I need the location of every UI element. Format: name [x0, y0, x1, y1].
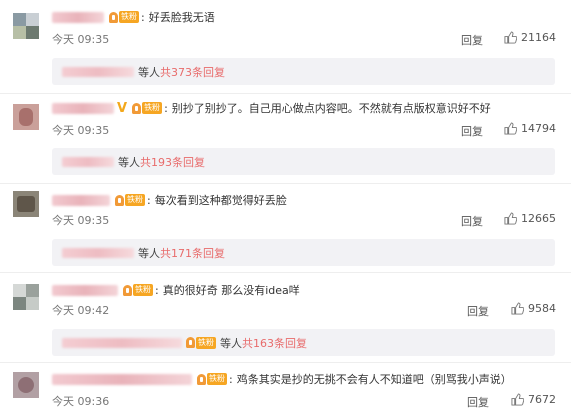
- reply-count-link[interactable]: 共163条回复: [242, 335, 307, 351]
- username[interactable]: [52, 284, 118, 296]
- thumbs-up-icon: [504, 122, 517, 135]
- reply-count-link[interactable]: 共373条回复: [160, 64, 225, 80]
- comment-time: 今天 09:35: [52, 124, 110, 137]
- replier-username: [62, 156, 114, 167]
- reply-summary[interactable]: 等人 共373条回复: [52, 58, 555, 85]
- avatar[interactable]: [13, 284, 39, 310]
- avatar[interactable]: [13, 13, 39, 39]
- crown-icon: [197, 373, 206, 385]
- reply-button[interactable]: 回复: [461, 123, 483, 139]
- crown-icon: [115, 194, 124, 206]
- comment-time: 今天 09:42: [52, 304, 110, 317]
- reply-summary[interactable]: 等人 共171条回复: [52, 239, 555, 266]
- username[interactable]: [52, 102, 114, 114]
- crown-icon: [186, 337, 195, 348]
- like-button[interactable]: 21164: [504, 31, 556, 44]
- replier-username: [62, 66, 134, 77]
- username[interactable]: [52, 11, 104, 23]
- thumbs-up-icon: [511, 302, 524, 315]
- verified-icon: V: [117, 100, 128, 116]
- like-button[interactable]: 9584: [511, 302, 556, 315]
- fan-badge: 铁粉: [197, 373, 227, 385]
- comment-text: 真的很好奇 那么没有idea咩: [162, 284, 300, 297]
- crown-icon: [109, 11, 118, 23]
- thumbs-up-icon: [511, 393, 524, 406]
- reply-count-link[interactable]: 共193条回复: [140, 154, 205, 170]
- like-button[interactable]: 7672: [511, 393, 556, 406]
- reply-summary[interactable]: 等人 共193条回复: [52, 148, 555, 175]
- fan-badge: 铁粉: [186, 336, 216, 349]
- replier-username: [62, 337, 182, 348]
- crown-icon: [132, 102, 142, 114]
- reply-summary[interactable]: 铁粉 等人 共163条回复: [52, 329, 555, 356]
- like-count: 12665: [521, 212, 556, 225]
- like-count: 21164: [521, 31, 556, 44]
- divider: [0, 93, 571, 94]
- comment-text: 每次看到这种都觉得好丢脸: [154, 194, 287, 207]
- like-count: 9584: [528, 302, 556, 315]
- like-count: 7672: [528, 393, 556, 406]
- comment-time: 今天 09:35: [52, 214, 110, 227]
- comment-text: 鸡条其实是抄的无挑不会有人不知道吧（别骂我小声说）: [236, 373, 512, 386]
- thumbs-up-icon: [504, 31, 517, 44]
- comment-text: 好丢脸我无语: [148, 11, 215, 24]
- divider: [0, 183, 571, 184]
- replier-username: [62, 247, 134, 258]
- username[interactable]: [52, 194, 110, 206]
- reply-button[interactable]: 回复: [467, 394, 489, 410]
- avatar[interactable]: [13, 104, 39, 130]
- fan-badge: 铁粉: [123, 284, 153, 296]
- thumbs-up-icon: [504, 212, 517, 225]
- username[interactable]: [52, 373, 192, 385]
- fan-badge: 铁粉: [132, 102, 163, 114]
- reply-count-link[interactable]: 共171条回复: [160, 245, 225, 261]
- reply-button[interactable]: 回复: [461, 32, 483, 48]
- fan-badge: 铁粉: [109, 11, 139, 23]
- avatar[interactable]: [13, 191, 39, 217]
- reply-button[interactable]: 回复: [461, 213, 483, 229]
- comment-time: 今天 09:36: [52, 395, 110, 408]
- divider: [0, 362, 571, 363]
- crown-icon: [123, 284, 132, 296]
- fan-badge: 铁粉: [115, 194, 145, 206]
- comment-text: 别抄了别抄了。自己用心做点内容吧。不然就有点版权意识好不好: [171, 102, 491, 115]
- divider: [0, 272, 571, 273]
- like-button[interactable]: 14794: [504, 122, 556, 135]
- like-count: 14794: [521, 122, 556, 135]
- reply-button[interactable]: 回复: [467, 303, 489, 319]
- like-button[interactable]: 12665: [504, 212, 556, 225]
- comment-time: 今天 09:35: [52, 33, 110, 46]
- avatar[interactable]: [13, 372, 39, 398]
